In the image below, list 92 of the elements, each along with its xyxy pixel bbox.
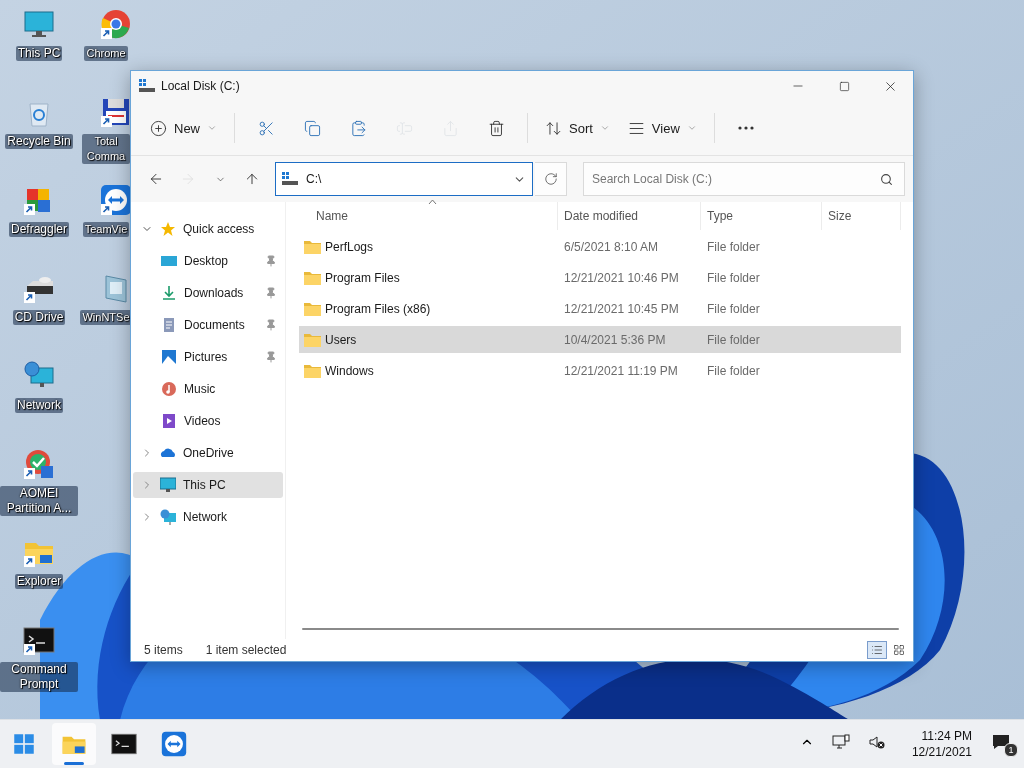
type-cell-text: File folder: [706, 363, 761, 378]
type-cell-text: File folder: [706, 270, 761, 285]
file-name: Users: [325, 332, 357, 347]
grid-icon: [893, 644, 905, 656]
network-icon: [160, 509, 176, 525]
chevron-down-icon: [686, 123, 697, 133]
tree-item[interactable]: Music: [133, 376, 283, 402]
file-name: Program Files (x86): [325, 301, 431, 316]
desktop-icon-label[interactable]: Defraggler: [9, 222, 69, 237]
desktop-icon-label[interactable]: Command Prompt: [0, 662, 78, 692]
document-icon: [161, 317, 177, 333]
clock-date[interactable]: 12/21/2021: [911, 744, 972, 760]
speaker-muted-icon: [867, 733, 886, 750]
download-icon: [161, 285, 177, 301]
item-count: 5 items: [144, 643, 183, 657]
tree-item[interactable]: Network: [133, 504, 283, 530]
file-row[interactable]: Users 10/4/2021 5:36 PM File folder: [299, 326, 901, 353]
folder-icon: [304, 332, 321, 347]
folder-icon: [304, 363, 321, 378]
desktop-icon-label[interactable]: Chrome: [84, 46, 128, 61]
monitor-icon: [160, 477, 176, 493]
folder-icon: [304, 301, 321, 316]
clock-time[interactable]: 11:24 PM: [921, 728, 972, 744]
column-header[interactable]: Size: [822, 202, 901, 230]
tree-item[interactable]: Desktop: [133, 248, 283, 274]
sort-caret-icon: [428, 199, 437, 205]
address-field[interactable]: C:\: [275, 162, 533, 196]
desktop-icon: [161, 253, 177, 269]
video-icon: [161, 413, 177, 429]
desktop-icon-label[interactable]: TeamVie: [82, 222, 130, 237]
date-cell-text: 10/4/2021 5:36 PM: [563, 332, 667, 347]
type-cell-text: File folder: [706, 332, 761, 347]
search-icon: [880, 173, 893, 186]
tree-item[interactable]: This PC: [133, 472, 283, 498]
arrows-icon: [161, 731, 187, 757]
file-name: Windows: [325, 363, 374, 378]
file-row[interactable]: Program Files 12/21/2021 10:46 PM File folder: [299, 264, 901, 291]
new-button[interactable]: New: [144, 110, 223, 146]
search-field[interactable]: Search Local Disk (C:): [583, 162, 905, 196]
scrollbar-thumb[interactable]: [302, 628, 899, 630]
music-icon: [161, 381, 177, 397]
list-icon: [871, 644, 883, 656]
date-cell-text: 12/21/2021 10:45 PM: [563, 301, 680, 316]
tree-item[interactable]: Documents: [133, 312, 283, 338]
chevron-down-icon: [207, 123, 217, 133]
selection-count: 1 item selected: [205, 643, 287, 657]
column-header[interactable]: Date modified: [558, 202, 701, 230]
picture-icon: [161, 349, 177, 365]
column-header[interactable]: Type: [701, 202, 822, 230]
desktop-icon-label[interactable]: Recycle Bin: [5, 134, 73, 149]
terminal-icon: [111, 731, 137, 757]
date-cell-text: 6/5/2021 8:10 AM: [563, 239, 660, 254]
desktop-icon-label[interactable]: Explorer: [14, 574, 64, 589]
refresh-button[interactable]: [535, 162, 567, 196]
folder-icon: [304, 270, 321, 285]
column-header[interactable]: Name: [299, 202, 558, 230]
tree-item[interactable]: Downloads: [133, 280, 283, 306]
sort-button[interactable]: Sort: [539, 110, 616, 146]
file-row[interactable]: PerfLogs 6/5/2021 8:10 AM File folder: [299, 233, 901, 260]
view-button[interactable]: View: [621, 110, 703, 146]
type-cell-text: File folder: [706, 301, 761, 316]
file-name: PerfLogs: [325, 239, 374, 254]
desktop-icon-label[interactable]: AOMEI Partition A...: [0, 486, 78, 516]
chevron-down-icon: [599, 123, 610, 133]
tree-item[interactable]: OneDrive: [133, 440, 283, 466]
monitor-icon: [831, 733, 850, 750]
maximize-icon: [838, 80, 850, 92]
window-title: Local Disk (C:): [161, 79, 241, 93]
message-icon: [992, 733, 1010, 750]
folder-icon: [304, 239, 321, 254]
drive-icon: [282, 172, 298, 186]
file-row[interactable]: Windows 12/21/2021 11:19 PM File folder: [299, 357, 901, 384]
desktop-icon-label[interactable]: Network: [15, 398, 63, 413]
file-name: Program Files: [325, 270, 400, 285]
notification-badge: 1: [1004, 742, 1018, 757]
refresh-icon: [543, 172, 558, 186]
notifications-button[interactable]: 1: [990, 731, 1018, 757]
details-view-button[interactable]: [867, 641, 887, 659]
star-icon: [160, 221, 176, 237]
desktop-icon-label[interactable]: CD Drive: [12, 310, 66, 325]
drive-icon: [139, 79, 155, 93]
start-icon: [11, 731, 37, 757]
date-cell-text: 12/21/2021 11:19 PM: [563, 363, 679, 378]
type-cell-text: File folder: [706, 239, 761, 254]
desktop-icon-label[interactable]: WinNTSe: [80, 310, 132, 325]
tree-item[interactable]: Quick access: [133, 216, 283, 242]
tree-item[interactable]: Pictures: [133, 344, 283, 370]
file-row[interactable]: Program Files (x86) 12/21/2021 10:45 PM File folder: [299, 295, 901, 322]
tree-item[interactable]: Videos: [133, 408, 283, 434]
desktop-icon-label[interactable]: Total Comma: [82, 134, 130, 164]
desktop-icon-label[interactable]: This PC: [15, 46, 63, 61]
date-cell-text: 12/21/2021 10:46 PM: [563, 270, 680, 285]
